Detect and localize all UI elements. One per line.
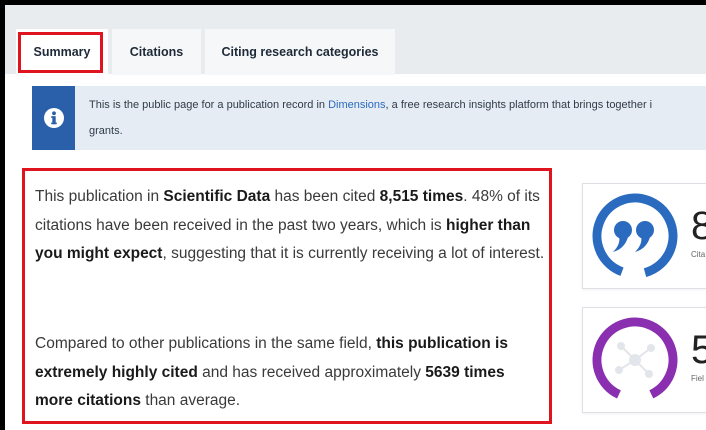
citations-metric-label: Cita	[691, 250, 706, 259]
citation-summary-highlight: This publication in Scientific Data has …	[22, 168, 552, 424]
citation-count: 8,515 times	[379, 188, 464, 205]
info-text-second-line: grants.	[89, 125, 123, 137]
tab-bar: Summary Citations Citing research catego…	[5, 5, 706, 75]
summary-text: This publication in	[35, 188, 164, 205]
info-text: This is the public page for a publicatio…	[89, 95, 706, 116]
field-citation-ratio-card[interactable]: 5 Fiel	[582, 307, 706, 413]
quote-icon	[613, 221, 654, 252]
field-metric-value: 5	[691, 326, 706, 374]
info-circle-icon	[43, 108, 64, 128]
info-text-end: , a free research insights platform that…	[385, 99, 653, 111]
field-comparison-paragraph: Compared to other publications in the sa…	[35, 330, 545, 416]
journal-name: Scientific Data	[163, 188, 271, 205]
summary-text: than average.	[140, 392, 241, 409]
info-icon-box	[32, 86, 75, 150]
summary-text: and has received approximately	[197, 363, 426, 381]
summary-text: has been cited	[270, 188, 380, 205]
summary-text: , suggesting that it is currently receiv…	[162, 245, 545, 262]
tab-citing-research-categories[interactable]: Citing research categories	[205, 29, 395, 75]
tab-citations[interactable]: Citations	[112, 29, 201, 75]
dimensions-link[interactable]: Dimensions	[328, 99, 385, 111]
citation-summary-paragraph: This publication in Scientific Data has …	[35, 183, 545, 269]
citations-metric-card[interactable]: 8 Cita	[582, 183, 706, 289]
info-text-start: This is the public page for a publicatio…	[89, 99, 329, 111]
summary-text: Compared to other publications in the sa…	[35, 335, 377, 352]
field-metric-label: Fiel	[691, 374, 704, 383]
info-banner: This is the public page for a publicatio…	[32, 86, 706, 150]
network-icon	[615, 342, 655, 378]
citations-metric-value: 8	[691, 202, 706, 250]
tab-summary[interactable]: Summary	[16, 29, 108, 75]
